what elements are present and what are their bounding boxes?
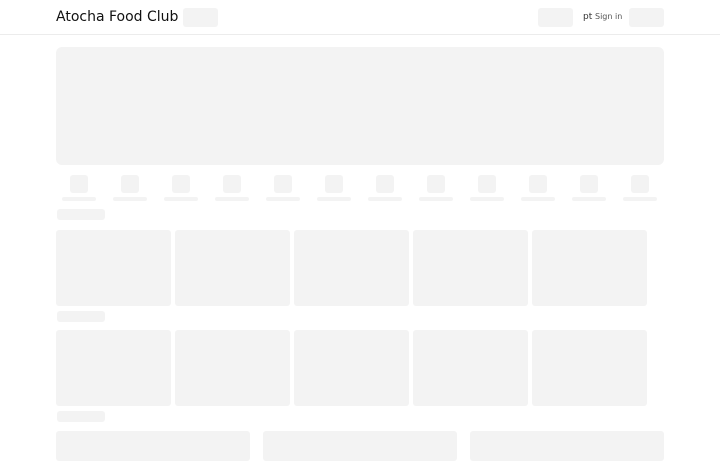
category-label-placeholder: [266, 197, 300, 201]
category-label-placeholder: [419, 197, 453, 201]
category-icon-placeholder[interactable]: [121, 175, 139, 193]
category-icon-placeholder[interactable]: [223, 175, 241, 193]
product-card-placeholder[interactable]: [56, 230, 171, 306]
category-icon-placeholder[interactable]: [478, 175, 496, 193]
category-label-placeholder: [470, 197, 504, 201]
cart-button-placeholder[interactable]: [629, 8, 664, 27]
product-card-placeholder[interactable]: [175, 230, 290, 306]
section-title-placeholder: [57, 209, 105, 220]
hero-banner-placeholder[interactable]: [56, 47, 664, 165]
product-card-placeholder[interactable]: [532, 330, 647, 406]
category-label-placeholder: [623, 197, 657, 201]
product-card-placeholder[interactable]: [56, 330, 171, 406]
category-icon-placeholder[interactable]: [70, 175, 88, 193]
category-label-placeholder: [62, 197, 96, 201]
product-card-placeholder[interactable]: [175, 330, 290, 406]
category-icon-placeholder[interactable]: [631, 175, 649, 193]
header-action-placeholder[interactable]: [538, 8, 573, 27]
category-label-placeholder: [521, 197, 555, 201]
section-title-placeholder: [57, 311, 105, 322]
product-card-placeholder[interactable]: [294, 330, 409, 406]
category-label-placeholder: [368, 197, 402, 201]
section-title-placeholder: [57, 411, 105, 422]
category-icon-placeholder[interactable]: [325, 175, 343, 193]
brand-logo-text[interactable]: Atocha Food Club: [56, 9, 178, 25]
category-label-placeholder: [113, 197, 147, 201]
category-icon-placeholder[interactable]: [172, 175, 190, 193]
category-label-placeholder: [215, 197, 249, 201]
category-icon-placeholder[interactable]: [274, 175, 292, 193]
category-label-placeholder: [164, 197, 198, 201]
search-button-placeholder[interactable]: [183, 8, 218, 27]
category-label-placeholder: [572, 197, 606, 201]
category-label-placeholder: [317, 197, 351, 201]
promo-card-placeholder[interactable]: [56, 431, 250, 461]
product-card-placeholder[interactable]: [413, 330, 528, 406]
promo-card-placeholder[interactable]: [470, 431, 664, 461]
promo-card-placeholder[interactable]: [263, 431, 457, 461]
top-header: Atocha Food Club pt Sign in: [0, 0, 720, 35]
product-card-placeholder[interactable]: [413, 230, 528, 306]
category-icon-placeholder[interactable]: [376, 175, 394, 193]
sign-in-link[interactable]: Sign in: [595, 12, 622, 21]
product-card-placeholder[interactable]: [294, 230, 409, 306]
category-icon-placeholder[interactable]: [580, 175, 598, 193]
language-switcher[interactable]: pt: [583, 12, 592, 22]
category-icon-placeholder[interactable]: [529, 175, 547, 193]
product-card-placeholder[interactable]: [532, 230, 647, 306]
category-icon-placeholder[interactable]: [427, 175, 445, 193]
